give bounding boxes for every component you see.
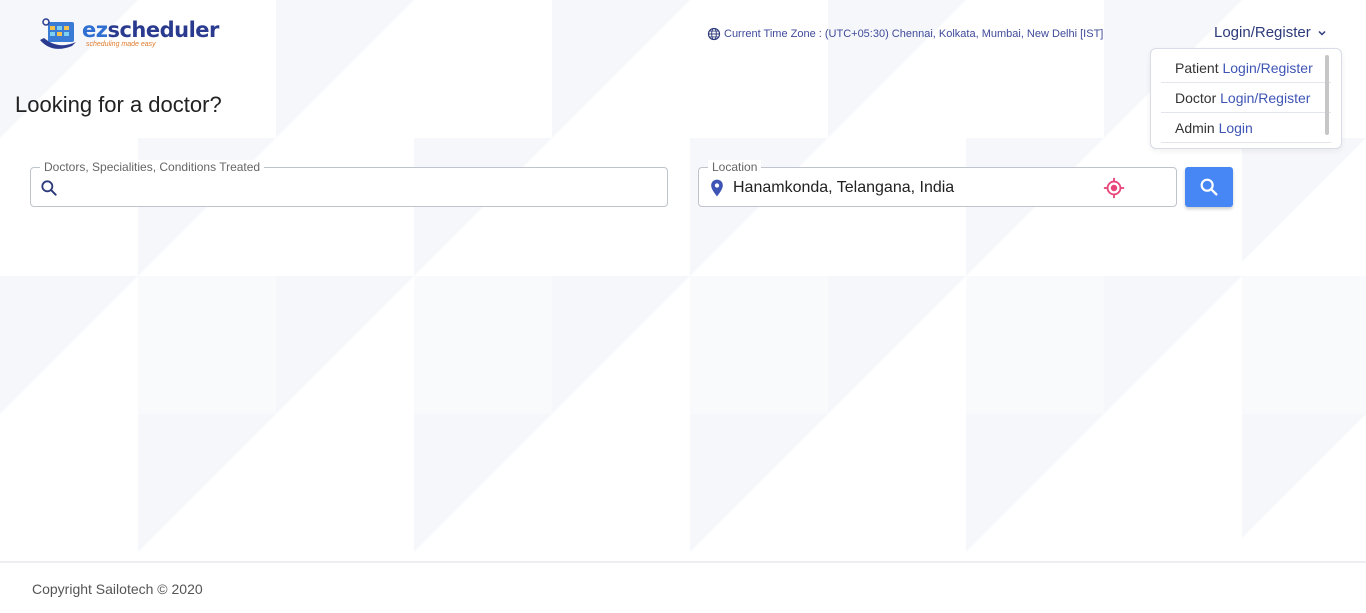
search-icon xyxy=(41,180,57,196)
timezone-text: Current Time Zone : (UTC+05:30) Chennai,… xyxy=(724,28,1104,40)
dropdown-item-role: Patient xyxy=(1175,60,1219,76)
dropdown-item-patient[interactable]: Patient Login/Register xyxy=(1161,53,1331,83)
doctor-search-input[interactable] xyxy=(65,176,655,200)
location-field[interactable]: Location xyxy=(698,160,1177,207)
globe-icon xyxy=(707,27,721,41)
chevron-down-icon xyxy=(1318,30,1326,36)
doctor-login-link[interactable]: Login/Register xyxy=(1220,90,1310,106)
login-register-dropdown-toggle[interactable]: Login/Register xyxy=(1214,24,1327,41)
page-title: Looking for a doctor? xyxy=(15,92,222,117)
location-label: Location xyxy=(708,160,762,174)
search-button[interactable] xyxy=(1185,167,1233,207)
dropdown-item-role: Doctor xyxy=(1175,90,1217,106)
login-register-label: Login/Register xyxy=(1214,24,1311,41)
dropdown-item-doctor[interactable]: Doctor Login/Register xyxy=(1161,83,1331,113)
dropdown-scrollbar[interactable] xyxy=(1325,55,1329,135)
doctor-search-field[interactable]: Doctors, Specialities, Conditions Treate… xyxy=(30,160,668,207)
doctor-search-label: Doctors, Specialities, Conditions Treate… xyxy=(40,160,265,174)
admin-login-link[interactable]: Login xyxy=(1219,120,1253,136)
copyright-text: Copyright Sailotech © 2020 xyxy=(32,581,203,597)
map-pin-icon xyxy=(711,179,723,197)
footer: Copyright Sailotech © 2020 xyxy=(0,561,1366,613)
brand-logo[interactable]: ezscheduler scheduling made easy xyxy=(38,14,219,54)
dropdown-item-role: Admin xyxy=(1175,120,1215,136)
my-location-icon[interactable] xyxy=(1103,177,1125,199)
brand-tagline: scheduling made easy xyxy=(86,41,156,48)
login-dropdown-menu: Patient Login/Register Doctor Login/Regi… xyxy=(1150,48,1342,149)
location-input[interactable] xyxy=(733,176,1103,200)
dropdown-item-admin[interactable]: Admin Login xyxy=(1161,113,1331,143)
calendar-logo-icon xyxy=(40,18,76,49)
patient-login-link[interactable]: Login/Register xyxy=(1222,60,1312,76)
timezone-indicator: Current Time Zone : (UTC+05:30) Chennai,… xyxy=(707,27,1103,41)
brand-name: ezscheduler xyxy=(82,18,219,42)
search-icon xyxy=(1200,178,1218,196)
